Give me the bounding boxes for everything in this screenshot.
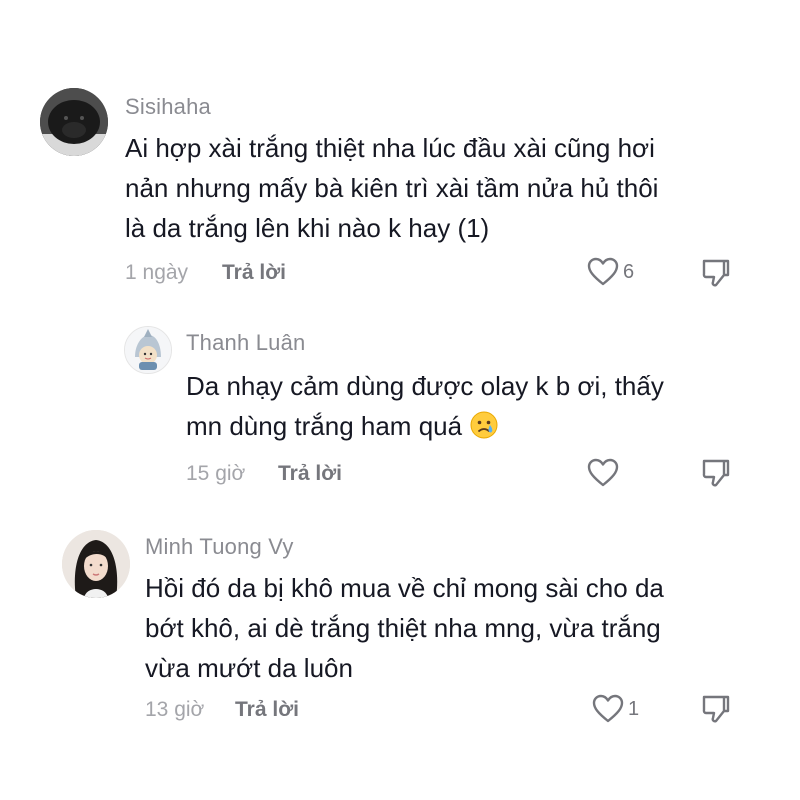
comment-item: Sisihaha Ai hợp xài trắng thiệt nha lúc … <box>0 0 800 300</box>
avatar[interactable] <box>62 530 130 598</box>
comment-text: Hồi đó da bị khô mua về chỉ mong sài cho… <box>145 568 664 688</box>
reply-button[interactable]: Trả lời <box>278 462 342 486</box>
like-button[interactable]: 1 <box>592 694 639 724</box>
thumbs-down-icon <box>702 259 730 287</box>
like-button[interactable]: 6 <box>587 257 634 287</box>
thumbs-down-icon <box>702 695 730 723</box>
comment-username[interactable]: Thanh Luân <box>186 330 305 356</box>
heart-icon <box>587 458 619 487</box>
like-button[interactable] <box>587 458 623 488</box>
reply-comment-item: Thanh Luân Da nhạy cảm dùng được olay k … <box>0 300 800 500</box>
black-dog-avatar-icon <box>40 88 108 156</box>
avatar[interactable] <box>40 88 108 156</box>
comment-timestamp: 13 giờ <box>145 698 205 721</box>
heart-icon <box>592 694 624 723</box>
comment-text-line: là da trắng lên khi nào k hay (1) <box>125 213 490 243</box>
comment-text-line: mn dùng trắng ham quá <box>186 411 463 441</box>
crying-face-emoji-icon <box>470 411 498 439</box>
thumbs-down-icon <box>702 459 730 487</box>
reply-button[interactable]: Trả lời <box>222 261 286 285</box>
comment-timestamp: 15 giờ <box>186 462 246 485</box>
reply-button[interactable]: Trả lời <box>235 698 299 722</box>
like-count: 1 <box>628 697 640 720</box>
comment-text: Ai hợp xài trắng thiệt nha lúc đầu xài c… <box>125 128 658 248</box>
heart-icon <box>587 257 619 286</box>
comment-text-line: Ai hợp xài trắng thiệt nha lúc đầu xài c… <box>125 133 655 163</box>
comment-text-line: bớt khô, ai dè trắng thiệt nha mng, vừa … <box>145 613 661 643</box>
comment-text-line: nản nhưng mấy bà kiên trì xài tầm nửa hủ… <box>125 173 659 203</box>
shark-costume-avatar-icon <box>125 327 171 373</box>
dislike-button[interactable] <box>700 257 730 294</box>
comment-username[interactable]: Sisihaha <box>125 94 211 120</box>
dislike-button[interactable] <box>700 457 730 494</box>
comment-text-line-with-emoji: mn dùng trắng ham quá <box>186 406 664 446</box>
comment-text: Da nhạy cảm dùng được olay k b ơi, thấy … <box>186 366 664 446</box>
comment-text-line: Da nhạy cảm dùng được olay k b ơi, thấy <box>186 371 664 401</box>
comment-timestamp: 1 ngày <box>125 261 189 284</box>
avatar[interactable] <box>124 326 172 374</box>
dislike-button[interactable] <box>700 693 730 730</box>
comment-text-line: Hồi đó da bị khô mua về chỉ mong sài cho… <box>145 573 664 603</box>
comment-username[interactable]: Minh Tuong Vy <box>145 534 294 560</box>
comment-text-line: vừa mướt da luôn <box>145 653 353 683</box>
woman-portrait-avatar-icon <box>62 530 130 598</box>
like-count: 6 <box>623 260 635 283</box>
comment-item: Minh Tuong Vy Hồi đó da bị khô mua về ch… <box>0 500 800 800</box>
